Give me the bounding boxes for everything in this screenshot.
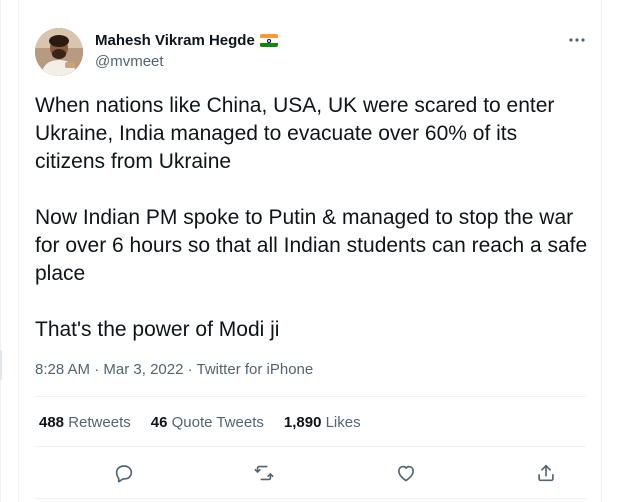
tweet-time[interactable]: 8:28 AM xyxy=(35,361,90,378)
tweet-text: When nations like China, USA, UK were sc… xyxy=(35,92,590,344)
more-options-button[interactable] xyxy=(565,30,589,50)
author-name-label: Mahesh Vikram Hegde xyxy=(95,32,255,49)
page-edge xyxy=(0,0,1,502)
meta-separator: · xyxy=(94,361,100,378)
reply-icon xyxy=(115,465,133,483)
retweets-label: Retweets xyxy=(68,414,131,431)
tweet-card: Mahesh Vikram Hegde @mvmeet When nations… xyxy=(18,0,602,502)
likes-label: Likes xyxy=(325,414,361,431)
quote-tweets-count: 46 xyxy=(150,414,168,431)
likes-stat[interactable]: 1,890 Likes xyxy=(284,414,361,431)
like-icon xyxy=(398,465,414,482)
page-edge-marker xyxy=(0,350,2,380)
retweet-icon xyxy=(254,465,274,481)
likes-count: 1,890 xyxy=(283,414,322,431)
share-button[interactable] xyxy=(533,460,559,486)
reply-button[interactable] xyxy=(111,460,137,486)
tweet-paragraph: When nations like China, USA, UK were sc… xyxy=(35,94,555,173)
divider xyxy=(35,446,586,447)
meta-separator: · xyxy=(187,361,193,378)
divider xyxy=(35,498,586,499)
divider xyxy=(35,396,586,397)
tweet-actions xyxy=(35,460,586,486)
like-button[interactable] xyxy=(393,460,419,486)
tweet-paragraph: That's the power of Modi ji xyxy=(35,318,280,341)
quote-tweets-stat[interactable]: 46 Quote Tweets xyxy=(151,414,264,431)
tweet-stats: 488 Retweets 46 Quote Tweets 1,890 Likes xyxy=(39,414,361,431)
share-icon xyxy=(538,464,554,482)
avatar[interactable] xyxy=(35,28,83,76)
quote-tweets-label: Quote Tweets xyxy=(171,414,264,431)
tweet-meta: 8:28 AM · Mar 3, 2022 · Twitter for iPho… xyxy=(35,361,313,378)
avatar-photo xyxy=(35,28,83,76)
retweet-button[interactable] xyxy=(251,460,277,486)
retweets-count: 488 xyxy=(39,414,65,431)
author-handle[interactable]: @mvmeet xyxy=(95,53,164,70)
author-name[interactable]: Mahesh Vikram Hegde xyxy=(95,32,278,49)
more-icon xyxy=(569,38,585,42)
tweet-paragraph: Now Indian PM spoke to Putin & managed t… xyxy=(35,206,588,285)
tweet-source[interactable]: Twitter for iPhone xyxy=(197,361,314,378)
tweet-date[interactable]: Mar 3, 2022 xyxy=(103,361,183,378)
retweets-stat[interactable]: 488 Retweets xyxy=(39,414,131,431)
india-flag-icon xyxy=(259,34,278,47)
